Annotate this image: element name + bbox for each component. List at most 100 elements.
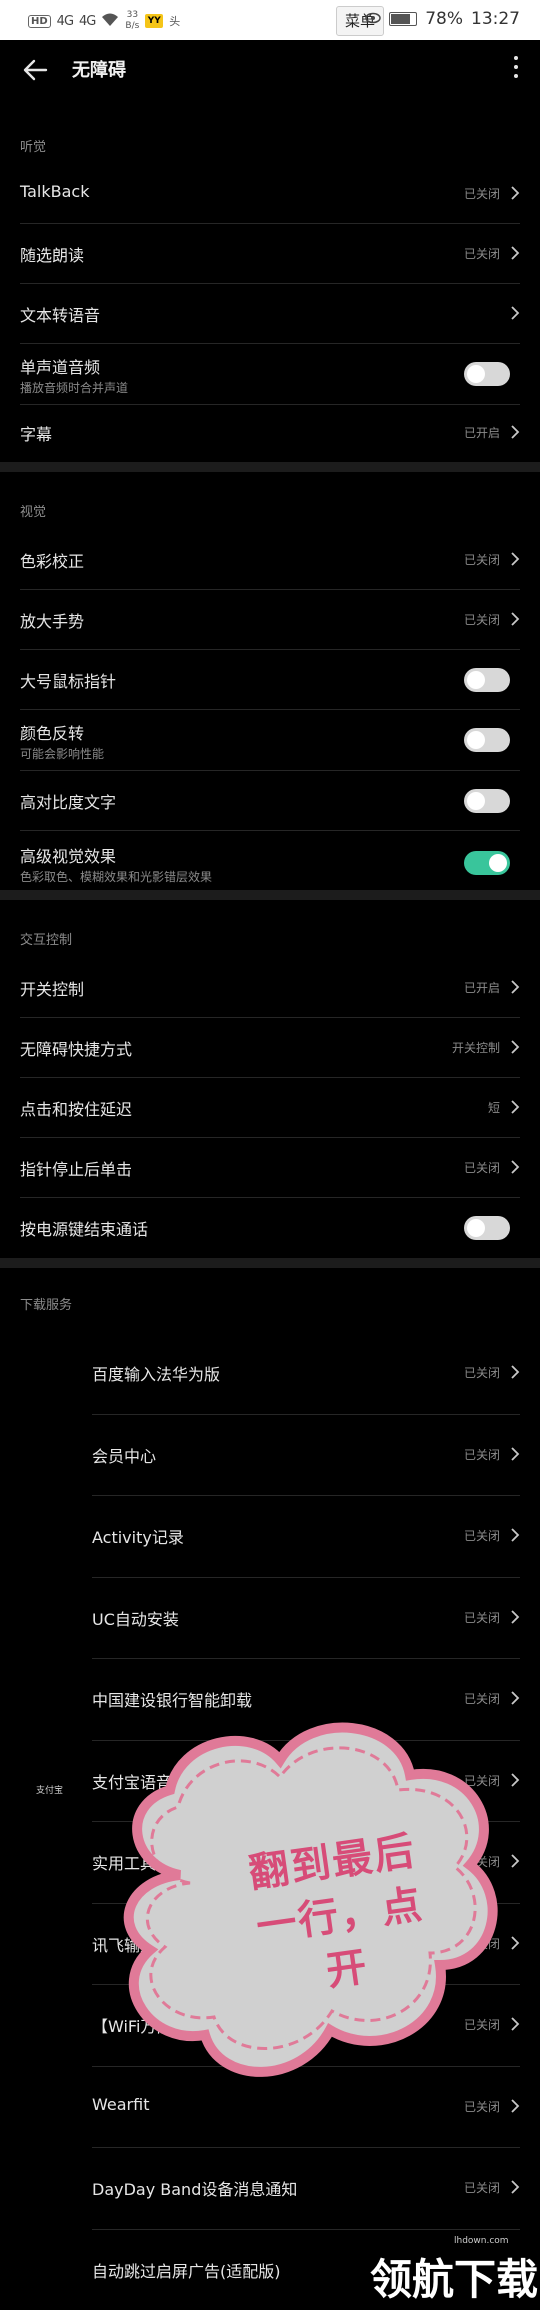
chevron-right-icon — [510, 1364, 520, 1380]
setting-subtitle: 可能会影响性能 — [20, 745, 104, 762]
chevron-right-icon — [510, 1446, 520, 1462]
setting-row-dwell-click[interactable]: 指针停止后单击 已关闭 — [20, 1138, 520, 1198]
setting-row-touch-hold-delay[interactable]: 点击和按住延迟 短 — [20, 1078, 520, 1138]
service-status: 已关闭 — [464, 2179, 500, 2196]
service-title: 自动跳过启屏广告(适配版) — [92, 2258, 281, 2282]
chevron-right-icon — [510, 979, 520, 995]
chevron-right-icon — [510, 1853, 520, 1869]
setting-title: 点击和按住延迟 — [20, 1096, 132, 1120]
chevron-right-icon — [510, 611, 520, 627]
setting-value: 开关控制 — [452, 1039, 500, 1056]
section-divider — [0, 462, 540, 472]
service-title: DayDay Band设备消息通知 — [92, 2176, 297, 2200]
setting-value: 已关闭 — [464, 1159, 500, 1176]
advanced-visual-effects-toggle[interactable] — [464, 851, 510, 875]
setting-value: 已开启 — [464, 979, 500, 996]
setting-title: 文本转语音 — [20, 302, 100, 326]
setting-title: 单声道音频 — [20, 354, 100, 378]
back-arrow-icon[interactable] — [20, 54, 52, 86]
service-status: 已关闭 — [464, 1690, 500, 1707]
hd-icon: HD — [28, 15, 51, 28]
section-header-hearing: 听觉 — [20, 136, 46, 155]
setting-row-text-to-speech[interactable]: 文本转语音 — [20, 284, 520, 344]
setting-row-high-contrast-text[interactable]: 高对比度文字 — [20, 771, 520, 831]
setting-row-accessibility-shortcut[interactable]: 无障碍快捷方式 开关控制 — [20, 1018, 520, 1078]
setting-row-mono-audio[interactable]: 单声道音频 播放音频时合并声道 — [20, 344, 520, 405]
page-title: 无障碍 — [72, 56, 126, 82]
section-header-interaction: 交互控制 — [20, 929, 72, 948]
setting-title: 大号鼠标指针 — [20, 668, 116, 692]
clock: 13:27 — [471, 9, 520, 29]
setting-row-power-ends-call[interactable]: 按电源键结束通话 — [20, 1198, 520, 1256]
service-row[interactable]: 百度输入法华为版 已关闭 — [92, 1333, 520, 1415]
setting-value: 短 — [488, 1099, 500, 1116]
setting-value: 已关闭 — [464, 551, 500, 568]
service-status: 已关闭 — [464, 1364, 500, 1381]
setting-row-color-inversion[interactable]: 颜色反转 可能会影响性能 — [20, 710, 520, 771]
service-title: 中国建设银行智能卸载 — [92, 1687, 252, 1711]
setting-row-advanced-visual-effects[interactable]: 高级视觉效果 色彩取色、模糊效果和光影错层效果 — [20, 831, 520, 889]
wifi-icon — [101, 13, 119, 30]
setting-title: 色彩校正 — [20, 548, 84, 572]
service-title: Wearfit — [92, 2095, 149, 2114]
color-inversion-toggle[interactable] — [464, 728, 510, 752]
more-options-icon[interactable] — [512, 56, 520, 82]
setting-subtitle: 播放音频时合并声道 — [20, 379, 128, 396]
signal-icon-2: 4G — [79, 14, 95, 29]
setting-row-magnification[interactable]: 放大手势 已关闭 — [20, 590, 520, 650]
side-label: 支付宝 — [36, 1783, 63, 1796]
chevron-right-icon — [510, 1039, 520, 1055]
chevron-right-icon — [510, 1690, 520, 1706]
chevron-right-icon — [510, 1772, 520, 1788]
chevron-right-icon — [510, 2098, 520, 2114]
network-speed-value: 33 — [125, 10, 139, 21]
service-row[interactable]: UC自动安装已关闭 — [92, 1578, 520, 1660]
app-bar: 无障碍 — [0, 40, 540, 104]
chevron-right-icon — [510, 1099, 520, 1115]
notification-icon: 头 — [169, 13, 180, 29]
section-divider — [0, 1258, 540, 1268]
setting-value: 已关闭 — [464, 611, 500, 628]
status-bar: HD 4G 4G 33 B/s YY 头 菜单 78% 13:27 — [0, 0, 540, 40]
service-status: 已关闭 — [464, 1446, 500, 1463]
chevron-right-icon — [510, 1935, 520, 1951]
section-header-vision: 视觉 — [20, 501, 46, 520]
setting-title: 指针停止后单击 — [20, 1156, 132, 1180]
power-ends-call-toggle[interactable] — [464, 1216, 510, 1240]
network-speed: 33 B/s — [125, 10, 139, 32]
setting-title: 字幕 — [20, 421, 52, 445]
chevron-right-icon — [510, 1159, 520, 1175]
service-title: Activity记录 — [92, 1524, 184, 1548]
setting-title: 开关控制 — [20, 976, 84, 1000]
chevron-right-icon — [510, 1609, 520, 1625]
service-row[interactable]: Activity记录 已关闭 — [92, 1496, 520, 1578]
setting-row-switch-access[interactable]: 开关控制 已开启 — [20, 958, 520, 1018]
chevron-right-icon — [510, 185, 520, 201]
setting-row-color-correction[interactable]: 色彩校正 已关闭 — [20, 530, 520, 590]
service-row[interactable]: 会员中心已关闭 — [92, 1415, 520, 1497]
setting-row-select-to-speak[interactable]: 随选朗读 已关闭 — [20, 224, 520, 284]
battery-level: 78% — [425, 9, 463, 29]
setting-title: 随选朗读 — [20, 242, 84, 266]
app-notification-icon: YY — [145, 14, 163, 28]
setting-title: 高对比度文字 — [20, 789, 116, 813]
setting-value: 已开启 — [464, 424, 500, 441]
setting-title: 放大手势 — [20, 608, 84, 632]
service-title: 百度输入法华为版 — [92, 1361, 220, 1385]
large-pointer-toggle[interactable] — [464, 668, 510, 692]
service-status: 已关闭 — [464, 1527, 500, 1544]
chevron-right-icon — [510, 2016, 520, 2032]
setting-row-talkback[interactable]: TalkBack 已关闭 — [20, 164, 520, 224]
setting-title: 按电源键结束通话 — [20, 1216, 148, 1240]
setting-title: 颜色反转 — [20, 720, 84, 744]
setting-row-large-pointer[interactable]: 大号鼠标指针 — [20, 650, 520, 710]
mono-audio-toggle[interactable] — [464, 362, 510, 386]
watermark-site: lhdown.com — [454, 2236, 509, 2246]
chevron-right-icon — [510, 305, 520, 321]
high-contrast-toggle[interactable] — [464, 789, 510, 813]
setting-row-captions[interactable]: 字幕 已开启 — [20, 405, 520, 460]
setting-subtitle: 色彩取色、模糊效果和光影错层效果 — [20, 868, 212, 885]
service-row[interactable]: DayDay Band设备消息通知 已关闭 — [92, 2148, 520, 2230]
chevron-right-icon — [510, 551, 520, 567]
service-status: 已关闭 — [464, 1609, 500, 1626]
